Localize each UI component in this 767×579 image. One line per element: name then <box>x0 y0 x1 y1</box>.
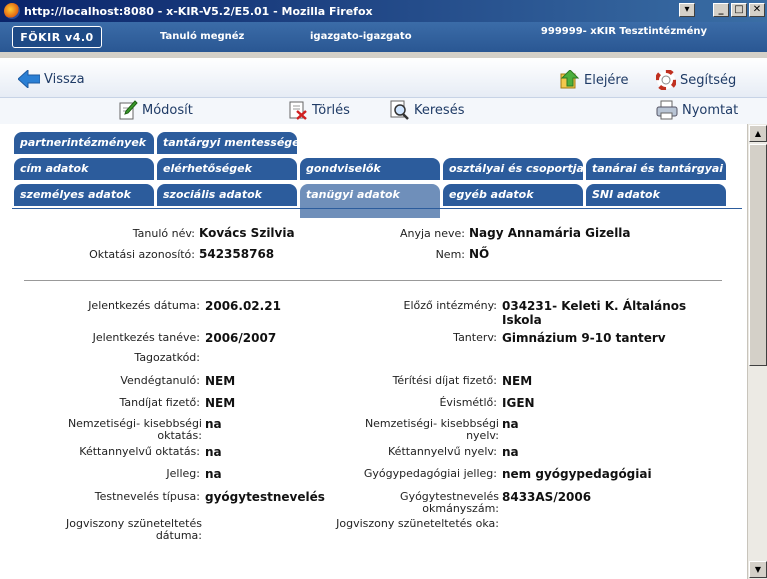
maximize-button[interactable]: □ <box>731 3 747 17</box>
bilingual-language-label: Kéttannyelvű nyelv: <box>388 445 497 458</box>
institution-name: 999999- xKIR Tesztintézmény <box>540 26 707 37</box>
nature-value: na <box>205 467 222 481</box>
guest-student-label: Vendégtanuló: <box>120 374 200 387</box>
nature-label: Jelleg: <box>166 467 200 480</box>
scroll-thumb[interactable] <box>749 144 767 366</box>
apply-year-value: 2006/2007 <box>205 331 277 345</box>
student-name-label: Tanuló név: <box>132 227 195 240</box>
special-education-value: nem gyógypedagógiai <box>502 467 652 481</box>
prev-school-value-1: 034231- Keleti K. Általános <box>502 299 687 313</box>
scroll-down-button[interactable]: ▼ <box>749 561 767 578</box>
navigation-toolbar: Vissza Elejére Segítség <box>0 58 767 98</box>
delete-icon <box>289 101 307 120</box>
tab-academic-data[interactable]: tanügyi adatok <box>300 184 440 218</box>
education-id-value: 542358768 <box>199 247 275 261</box>
education-id-label: Oktatási azonosító: <box>89 248 195 261</box>
firefox-icon <box>4 3 20 19</box>
lifebuoy-icon <box>656 70 676 90</box>
scroll-up-button[interactable]: ▲ <box>749 125 767 142</box>
minority-language-label-2: nyelv: <box>466 429 499 442</box>
minority-language-value: na <box>502 417 519 431</box>
window-title-bar: http://localhost:8080 - x-KIR-V5.2/E5.01… <box>0 0 767 22</box>
apply-date-value: 2006.02.21 <box>205 299 281 313</box>
bilingual-education-label: Kéttannyelvű oktatás: <box>79 445 200 458</box>
tab-sni-data[interactable]: SNI adatok <box>586 184 726 206</box>
mother-name-label: Anyja neve: <box>399 227 465 240</box>
back-label: Vissza <box>44 71 85 87</box>
tuition-value: NEM <box>205 396 236 410</box>
help-button[interactable]: Segítség <box>656 70 736 90</box>
printer-icon <box>656 100 678 120</box>
print-button[interactable]: Nyomtat <box>656 100 738 120</box>
app-logo[interactable]: FÖKIR v4.0 <box>12 26 102 48</box>
home-label: Elejére <box>584 72 629 88</box>
back-arrow-icon <box>18 70 40 88</box>
prev-school-value-2: Iskola <box>502 313 542 327</box>
repeater-value: IGEN <box>502 396 535 410</box>
help-label: Segítség <box>680 72 737 88</box>
page-title: Tanuló megnéz <box>160 31 245 42</box>
prev-school-label: Előző intézmény: <box>403 299 498 312</box>
bilingual-language-value: na <box>502 445 519 459</box>
sex-label: Nem: <box>435 248 465 261</box>
apply-date-label: Jelentkezés dátuma: <box>88 299 200 312</box>
tab-subject-exemptions[interactable]: tantárgyi mentességek <box>157 132 297 154</box>
tab-other-data[interactable]: egyéb adatok <box>443 184 583 206</box>
special-education-label: Gyógypedagógiai jelleg: <box>363 467 497 480</box>
tab-teachers-subjects[interactable]: tanárai és tantárgyai <box>586 158 726 180</box>
tab-social-data[interactable]: szociális adatok <box>157 184 297 206</box>
guest-student-value: NEM <box>205 374 236 388</box>
print-label: Nyomtat <box>682 102 739 118</box>
edit-button[interactable]: Módosít <box>118 100 193 120</box>
suspension-date-label-2: dátuma: <box>155 529 202 542</box>
pe-type-label: Testnevelés típusa: <box>94 490 200 503</box>
app-header: FÖKIR v4.0 Tanuló megnéz igazgato-igazga… <box>0 22 767 52</box>
repeater-label: Évismétlő: <box>439 396 497 409</box>
suspension-reason-label: Jogviszony szüneteltetés oka: <box>336 517 499 530</box>
user-name: igazgato-igazgato <box>310 31 412 42</box>
curriculum-label: Tanterv: <box>453 331 497 344</box>
tab-address-data[interactable]: cím adatok <box>14 158 154 180</box>
dropdown-button[interactable]: ▾ <box>679 3 695 17</box>
mother-name-value: Nagy Annamária Gizella <box>469 226 631 240</box>
home-button[interactable]: Elejére <box>560 70 629 90</box>
vertical-scrollbar[interactable]: ▲ ▼ <box>747 124 767 579</box>
corrective-pe-value: 8433AS/2006 <box>502 490 592 504</box>
tab-guardians[interactable]: gondviselők <box>300 158 440 180</box>
student-name-value: Kovács Szilvia <box>199 226 295 240</box>
tuition-label: Tandíjat fizető: <box>119 396 200 409</box>
edit-label: Módosít <box>142 102 193 118</box>
section-code-label: Tagozatkód: <box>134 351 200 364</box>
curriculum-value: Gimnázium 9-10 tanterv <box>502 331 666 345</box>
delete-label: Törlés <box>312 102 350 118</box>
tab-panel-border <box>12 208 742 209</box>
section-divider <box>24 280 722 281</box>
home-up-icon <box>560 70 580 89</box>
sex-value: NŐ <box>469 247 490 261</box>
tab-bar: partnerintézmények tantárgyi mentességek… <box>0 124 747 218</box>
tab-classes-groups[interactable]: osztályai és csoportjai <box>443 158 583 180</box>
minority-education-label-2: oktatás: <box>157 429 202 442</box>
tab-partner-institutions[interactable]: partnerintézmények <box>14 132 154 154</box>
search-label: Keresés <box>414 102 465 118</box>
action-toolbar: Módosít Törlés Keresés Nyomtat <box>0 98 767 124</box>
apply-year-label: Jelentkezés tanéve: <box>92 331 200 344</box>
fee-payer-label: Térítési díjat fizető: <box>392 374 497 387</box>
close-button[interactable]: ✕ <box>749 3 765 17</box>
delete-button[interactable]: Törlés <box>288 100 350 120</box>
minimize-button[interactable]: _ <box>713 3 729 17</box>
corrective-pe-label-2: okmányszám: <box>422 502 499 515</box>
minority-education-value: na <box>205 417 222 431</box>
tab-personal-data[interactable]: személyes adatok <box>14 184 154 206</box>
window-title: http://localhost:8080 - x-KIR-V5.2/E5.01… <box>24 4 373 18</box>
back-button[interactable]: Vissza <box>18 70 85 88</box>
search-icon <box>390 100 409 120</box>
tab-contacts[interactable]: elérhetőségek <box>157 158 297 180</box>
bilingual-education-value: na <box>205 445 222 459</box>
edit-icon <box>119 100 138 120</box>
search-button[interactable]: Keresés <box>390 100 464 120</box>
fee-payer-value: NEM <box>502 374 533 388</box>
